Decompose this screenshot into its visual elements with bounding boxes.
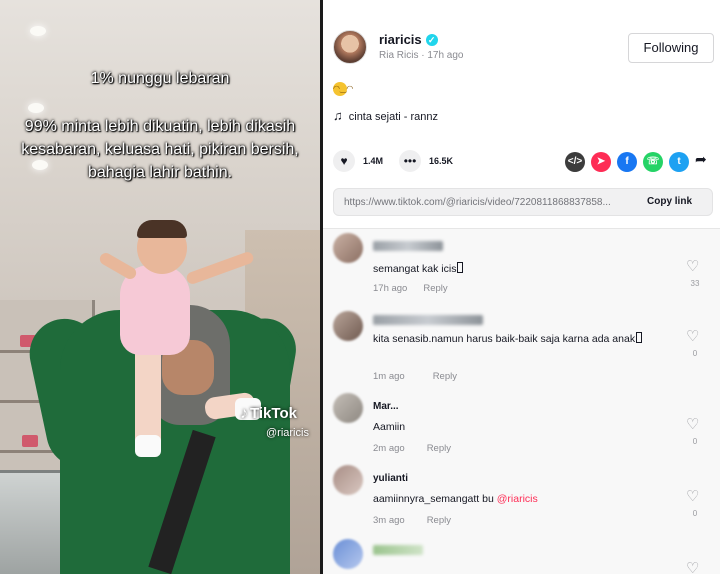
- comment-meta: 3m ago Reply: [373, 515, 451, 526]
- ceiling-light: [30, 26, 46, 36]
- comment-count: 16.5K: [429, 156, 454, 166]
- comment-list: semangat kak icis 17h ago Reply ♡ 33 kita…: [323, 228, 720, 574]
- comment-like-icon[interactable]: ♡: [686, 257, 699, 275]
- tiktok-logo-icon: ♪: [240, 405, 248, 422]
- author-username[interactable]: riaricis ✓: [379, 32, 438, 47]
- twitter-icon[interactable]: t: [669, 152, 689, 172]
- comment-button[interactable]: •••: [399, 150, 421, 172]
- reply-button[interactable]: Reply: [433, 371, 457, 382]
- comment-meta: 17h ago Reply: [373, 283, 448, 294]
- embed-icon[interactable]: </>: [565, 152, 585, 172]
- copy-link-box: https://www.tiktok.com/@riaricis/video/7…: [333, 188, 713, 216]
- send-icon[interactable]: ➤: [591, 152, 611, 172]
- comment-like-icon[interactable]: ♡: [686, 327, 699, 345]
- heart-icon: ♥: [340, 154, 348, 168]
- caption-emoji-icon: ◠‿◠: [333, 82, 353, 96]
- commenter-name[interactable]: [373, 545, 423, 556]
- reply-button[interactable]: Reply: [423, 283, 447, 294]
- author-display-name: Ria Ricis: [379, 50, 419, 61]
- video-frame[interactable]: 1% nunggu lebaran 99% minta lebih dikuat…: [0, 0, 320, 574]
- verified-badge-icon: ✓: [425, 34, 438, 46]
- music-link[interactable]: ♫ cinta sejati - rannz: [333, 108, 438, 123]
- following-button[interactable]: Following: [628, 33, 714, 63]
- music-title[interactable]: cinta sejati - rannz: [349, 111, 438, 123]
- action-bar: ♥ 1.4M ••• 16.5K </> ➤ f ☏ t ➦: [333, 150, 713, 176]
- copy-link-button[interactable]: Copy link: [647, 196, 692, 207]
- watermark-logo: TikTok: [250, 405, 297, 422]
- screenshot: 1% nunggu lebaran 99% minta lebih dikuat…: [0, 0, 720, 574]
- like-count: 1.4M: [363, 156, 384, 166]
- comment-meta: 2m ago Reply: [373, 443, 451, 454]
- commenter-avatar[interactable]: [333, 393, 363, 423]
- comment-like-icon[interactable]: ♡: [686, 559, 699, 574]
- reply-button[interactable]: Reply: [427, 443, 451, 454]
- comment-text: Aamiin: [373, 421, 406, 433]
- whatsapp-icon[interactable]: ☏: [643, 152, 663, 172]
- post-time: 17h ago: [427, 50, 464, 61]
- comment-like-count: 0: [692, 509, 698, 518]
- comment-meta: 1m ago Reply: [373, 371, 457, 382]
- author-avatar[interactable]: [333, 30, 367, 64]
- comment-text: aamiinnyra_semangatt bu @riaricis: [373, 493, 538, 505]
- commenter-avatar[interactable]: [333, 539, 363, 569]
- mention-link[interactable]: @riaricis: [497, 493, 538, 505]
- comment-icon: •••: [403, 154, 417, 168]
- tiktok-watermark: ♪ TikTok @riaricis: [240, 405, 309, 439]
- comment-text: kita senasib.namun harus baik-baik saja …: [373, 331, 663, 347]
- commenter-name[interactable]: [373, 315, 483, 326]
- comment-like-count: 0: [692, 349, 698, 358]
- comment-like-count: 0: [692, 437, 698, 446]
- commenter-name[interactable]: [373, 241, 443, 252]
- comment-like-count: 33: [690, 279, 700, 288]
- comment-like-icon[interactable]: ♡: [686, 415, 699, 433]
- video-caption-line2: 99% minta lebih dikuatin, lebih dikasih …: [21, 118, 299, 181]
- commenter-avatar[interactable]: [333, 465, 363, 495]
- ceiling-light: [28, 103, 44, 113]
- post-header: riaricis ✓ Ria Ricis · 17h ago Following: [333, 28, 714, 68]
- commenter-name[interactable]: yulianti: [373, 473, 408, 484]
- watermark-handle: @riaricis: [266, 427, 309, 439]
- share-arrow-icon[interactable]: ➦: [695, 151, 707, 168]
- facebook-icon[interactable]: f: [617, 152, 637, 172]
- commenter-avatar[interactable]: [333, 233, 363, 263]
- video-caption-line1: 1% nunggu lebaran: [90, 70, 230, 87]
- commenter-avatar[interactable]: [333, 311, 363, 341]
- comment-like-icon[interactable]: ♡: [686, 487, 699, 505]
- like-button[interactable]: ♥: [333, 150, 355, 172]
- video-url[interactable]: https://www.tiktok.com/@riaricis/video/7…: [344, 197, 634, 208]
- commenter-name[interactable]: Mar...: [373, 401, 399, 412]
- music-note-icon: ♫: [333, 108, 343, 123]
- post-panel: riaricis ✓ Ria Ricis · 17h ago Following …: [323, 0, 720, 574]
- reply-button[interactable]: Reply: [427, 515, 451, 526]
- author-subline: Ria Ricis · 17h ago: [379, 50, 464, 61]
- comment-text: semangat kak icis: [373, 261, 663, 277]
